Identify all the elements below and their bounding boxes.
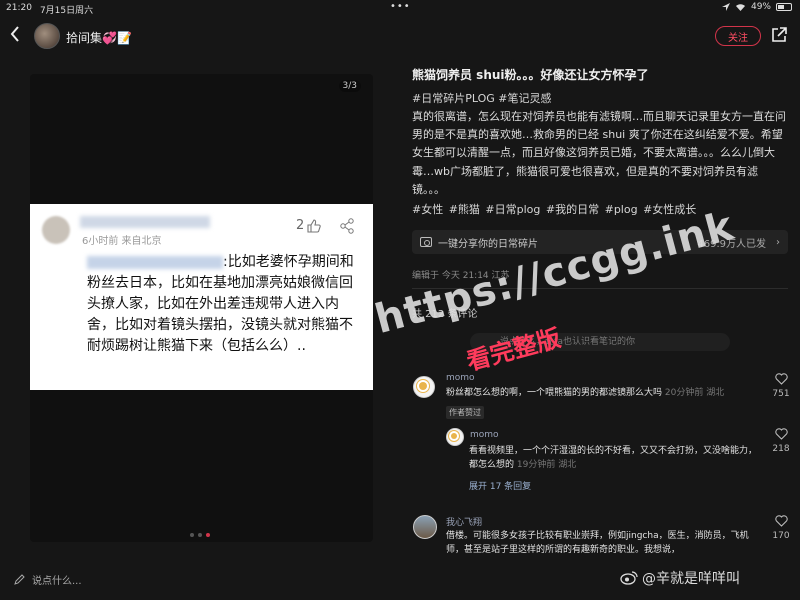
comment-like-button[interactable]: 751 — [764, 373, 798, 399]
post-body: 真的很离谱，怎么现在对饲养员也能有滤镜啊…而且聊天记录里女方一直在问男的是不是真… — [412, 110, 786, 196]
multitask-dots[interactable]: ••• — [390, 1, 411, 12]
battery-percent: 49% — [750, 2, 771, 12]
commenter-avatar[interactable] — [413, 376, 435, 398]
battery-fill — [778, 5, 784, 9]
image-carousel[interactable]: 3/3 6小时前 来自北京 2 :比如老婆怀孕期间和粉丝去日本，比如在基地加漂亮… — [30, 74, 373, 542]
chevron-right-icon: › — [776, 236, 780, 248]
blurred-username — [80, 216, 210, 228]
comment-author[interactable]: 我心飞翔 — [446, 515, 482, 528]
comment-text: 粉丝都怎么想的啊，一个喂熊猫的男的都滤镜那么大吗 20分钟前 湖北 — [446, 386, 756, 400]
bottom-comment-input[interactable]: 说点什么... — [14, 570, 394, 588]
heart-icon — [774, 515, 788, 527]
card-likes: 2 — [296, 218, 322, 233]
pager-dot — [198, 533, 202, 537]
expand-replies-link[interactable]: 展开 17 条回复 — [469, 479, 531, 492]
wifi-icon — [735, 4, 745, 11]
pager-dot — [190, 533, 194, 537]
comment-time: 20分钟前 湖北 — [664, 388, 725, 398]
watermark-subtitle: 看完整版 — [463, 323, 564, 376]
reply-body: 看看视频里，一个个汗湿湿的长的不好看，又又不会打扮，又没啥能力，都怎么想的 — [469, 446, 758, 470]
sun-icon — [451, 433, 457, 439]
thumbs-up-icon — [307, 218, 322, 233]
status-bar: 21:20 7月15日周六 ••• 49% — [0, 0, 800, 16]
card-text-body: :比如老婆怀孕期间和粉丝去日本，比如在基地加漂亮姑娘微信回头撩人家，比如在外出差… — [87, 254, 354, 354]
status-time: 21:20 — [6, 3, 32, 13]
author-liked-badge: 作者赞过 — [446, 406, 484, 419]
pen-icon — [14, 574, 25, 585]
sun-icon — [419, 382, 427, 390]
heart-icon — [774, 373, 788, 385]
comment-text: 借楼。可能很多女孩子比较有职业崇拜，例如jingcha，医生，消防员，飞机师，甚… — [446, 531, 749, 555]
card-text: :比如老婆怀孕期间和粉丝去日本，比如在基地加漂亮姑娘微信回头撩人家，比如在外出差… — [87, 252, 365, 357]
reply-like-button[interactable]: 218 — [764, 428, 798, 454]
pager-dot-active — [206, 533, 210, 537]
author-name[interactable]: 拾间集💞📝 — [66, 29, 132, 46]
comment-like-button[interactable]: 170 — [764, 515, 798, 541]
heart-icon — [774, 428, 788, 440]
reply-text: 看看视频里，一个个汗湿湿的长的不好看，又又不会打扮，又没啥能力，都怎么想的 19… — [469, 444, 761, 472]
bottom-input-label: 说点什么... — [32, 575, 82, 587]
commenter-avatar[interactable] — [413, 515, 437, 539]
image-counter: 3/3 — [338, 80, 361, 92]
comment-like-count: 751 — [772, 389, 790, 399]
reply-like-count: 218 — [772, 444, 790, 454]
weibo-logo-icon — [620, 571, 638, 585]
share-icon[interactable] — [770, 26, 788, 44]
back-button[interactable] — [10, 26, 20, 46]
carousel-pager — [190, 533, 210, 537]
screenshot-comment-card: 6小时前 来自北京 2 :比如老婆怀孕期间和粉丝去日本，比如在基地加漂亮姑娘微信… — [30, 204, 373, 390]
app-window: { "status_bar": { "time": "21:20", "date… — [0, 0, 800, 600]
post-title: 熊猫饲养员 shui粉。。。好像还让女方怀孕了 — [412, 68, 649, 82]
author-avatar[interactable] — [34, 23, 60, 49]
reply-author[interactable]: momo — [470, 430, 499, 440]
card-share-icon — [340, 218, 354, 234]
chevron-left-icon — [10, 26, 19, 42]
comment-body: 粉丝都怎么想的啊，一个喂熊猫的男的都滤镜那么大吗 — [446, 388, 663, 398]
location-icon — [721, 3, 730, 11]
post-tags-bottom[interactable]: #女性 #熊猫 #日常plog #我的日常 #plog #女性成长 — [412, 201, 696, 217]
weibo-handle: @辛就是咩咩叫 — [642, 571, 740, 587]
share-daily-label: 一键分享你的日常碎片 — [438, 238, 538, 250]
follow-button[interactable]: 关注 — [715, 26, 761, 46]
blurred-avatar — [42, 216, 70, 244]
card-meta: 6小时前 来自北京 — [82, 236, 162, 247]
status-date: 7月15日周六 — [39, 6, 94, 16]
reply-avatar[interactable] — [446, 428, 464, 446]
reply-time: 19分钟前 湖北 — [516, 460, 577, 470]
comment-like-count: 170 — [772, 531, 790, 541]
blurred-mention — [87, 255, 223, 269]
post-header: 拾间集💞📝 关注 — [0, 18, 800, 54]
camera-icon — [420, 237, 432, 247]
post-tags-top[interactable]: #日常碎片PLOG #笔记灵感 — [412, 90, 551, 106]
card-like-count: 2 — [296, 218, 305, 233]
battery-icon — [776, 3, 792, 11]
weibo-watermark: @辛就是咩咩叫 — [620, 568, 740, 588]
